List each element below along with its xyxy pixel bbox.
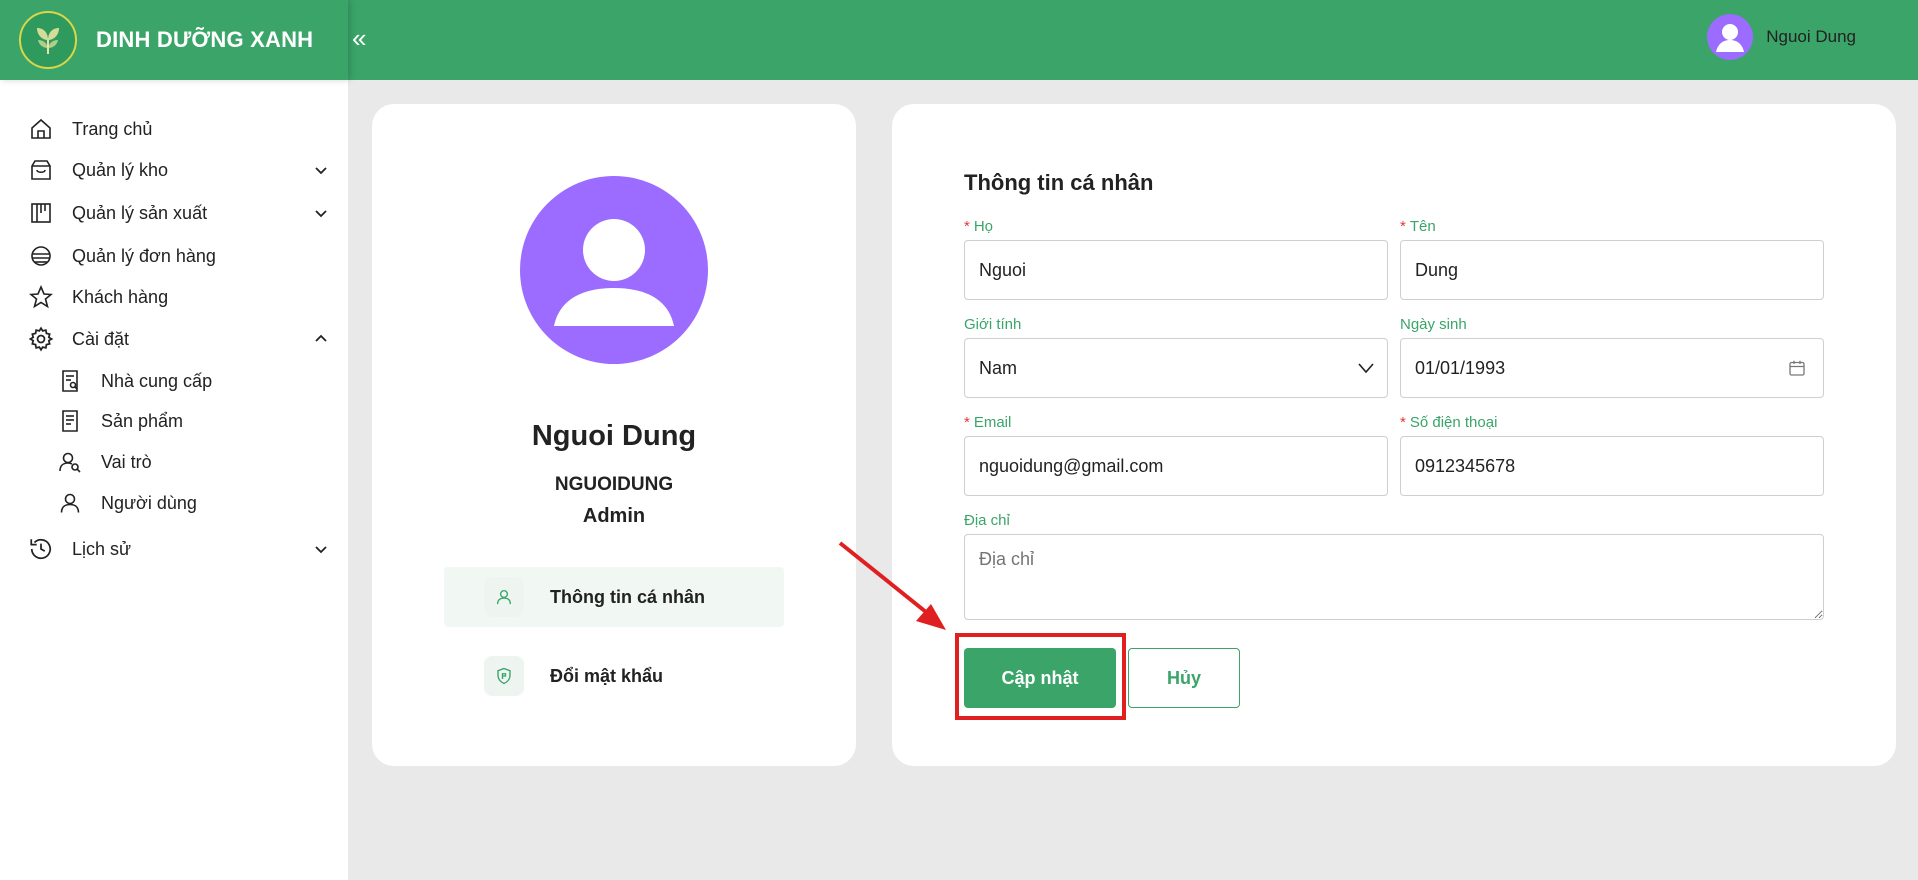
sidebar-item-label: Người dùng <box>101 492 197 513</box>
sidebar-item-label: Quản lý đơn hàng <box>72 245 216 266</box>
brand: DINH DƯỠNG XANH <box>0 0 348 80</box>
chevron-down-icon <box>315 167 327 175</box>
roles-icon <box>57 449 83 475</box>
address-label: Địa chỉ <box>964 512 1010 529</box>
settings-icon <box>28 326 54 352</box>
profile-full-name: Nguoi Dung <box>531 420 697 452</box>
sidebar-item-label: Quản lý kho <box>72 159 169 180</box>
user-icon <box>57 490 83 516</box>
birthday-field[interactable] <box>1400 338 1824 398</box>
label-text: Số điện thoại <box>1409 414 1498 431</box>
label-text: Email <box>973 414 1012 431</box>
home-icon <box>28 116 54 142</box>
email-label: * Email <box>964 414 1011 431</box>
gender-label: Giới tính <box>964 316 1022 333</box>
required-mark: * <box>1400 218 1406 235</box>
phone-label: * Số điện thoại <box>1400 414 1497 431</box>
sidebar-item-production[interactable]: Quản lý sản xuất <box>0 194 348 232</box>
production-icon <box>28 200 54 226</box>
sidebar-item-users[interactable]: Người dùng <box>0 484 348 522</box>
product-icon <box>57 408 83 434</box>
sidebar-item-label: Lịch sử <box>72 538 132 559</box>
label-text: Tên <box>1409 218 1436 235</box>
supplier-icon <box>57 368 83 394</box>
chevron-down-icon <box>1358 363 1374 374</box>
sidebar-item-history[interactable]: Lịch sử <box>0 530 348 568</box>
profile-username: NGUOIDUNG <box>554 474 674 495</box>
email-field[interactable] <box>964 436 1388 496</box>
header-user-name: Nguoi Dung <box>1766 27 1856 46</box>
first-name-label: * Tên <box>1400 218 1436 235</box>
history-icon <box>28 536 54 562</box>
user-menu[interactable]: Nguoi Dung <box>1707 14 1856 60</box>
form-title: Thông tin cá nhân <box>964 170 1154 195</box>
sidebar-item-label: Quản lý sản xuất <box>72 202 208 223</box>
sidebar-item-inventory[interactable]: Quản lý kho <box>0 151 348 189</box>
sidebar-item-label: Cài đặt <box>72 328 130 349</box>
first-name-field[interactable] <box>1400 240 1824 300</box>
brand-name: DINH DƯỠNG XANH <box>96 27 314 52</box>
sidebar-item-label: Sản phẩm <box>101 410 184 431</box>
sidebar-item-suppliers[interactable]: Nhà cung cấp <box>0 362 348 400</box>
last-name-label: * Họ <box>964 218 993 235</box>
avatar <box>1707 14 1754 60</box>
leaf-logo-icon <box>19 11 77 69</box>
orders-icon <box>28 243 54 269</box>
profile-card: Nguoi Dung NGUOIDUNG Admin Thông tin cá … <box>372 104 856 766</box>
profile-role: Admin <box>582 505 646 527</box>
phone-field[interactable] <box>1400 436 1824 496</box>
address-field[interactable] <box>964 534 1824 620</box>
profile-menu-change-password[interactable]: Đổi mật khẩu <box>444 646 784 706</box>
sidebar-item-label: Khách hàng <box>72 286 169 307</box>
sidebar-item-label: Vai trò <box>101 451 152 472</box>
profile-menu-personal-info[interactable]: Thông tin cá nhân <box>444 567 784 627</box>
avatar <box>520 176 708 364</box>
required-mark: * <box>1400 414 1406 431</box>
sidebar: Trang chủ Quản lý kho Quản lý sản xuất Q… <box>0 80 348 880</box>
update-button[interactable]: Cập nhật <box>964 648 1116 708</box>
birthday-label: Ngày sinh <box>1400 316 1467 333</box>
chevron-down-icon <box>315 546 327 554</box>
profile-menu-label: Thông tin cá nhân <box>550 586 705 607</box>
required-mark: * <box>964 414 970 431</box>
sidebar-item-products[interactable]: Sản phẩm <box>0 402 348 440</box>
profile-menu-label: Đổi mật khẩu <box>550 665 664 686</box>
shield-icon <box>484 656 524 696</box>
star-icon <box>28 284 54 310</box>
chevron-up-icon <box>315 334 327 342</box>
gender-selected-value: Nam <box>979 358 1018 378</box>
personal-info-form: Thông tin cá nhân *Họ *Tên Giới tính Nam… <box>892 104 1896 766</box>
gender-select[interactable]: Nam <box>964 338 1388 398</box>
label-text: Họ <box>973 218 994 235</box>
cancel-button[interactable]: Hủy <box>1128 648 1240 708</box>
inventory-icon <box>28 157 54 183</box>
required-mark: * <box>964 218 970 235</box>
sidebar-item-settings[interactable]: Cài đặt <box>0 320 348 358</box>
sidebar-item-label: Trang chủ <box>72 118 153 139</box>
sidebar-item-home[interactable]: Trang chủ <box>0 110 348 148</box>
user-icon <box>484 577 524 617</box>
chevron-down-icon <box>315 210 327 218</box>
calendar-icon[interactable] <box>1788 359 1806 377</box>
sidebar-item-orders[interactable]: Quản lý đơn hàng <box>0 237 348 275</box>
sidebar-item-customers[interactable]: Khách hàng <box>0 278 348 316</box>
collapse-sidebar-button[interactable]: « <box>348 22 370 54</box>
sidebar-item-label: Nhà cung cấp <box>101 370 213 391</box>
last-name-field[interactable] <box>964 240 1388 300</box>
sidebar-item-roles[interactable]: Vai trò <box>0 443 348 481</box>
